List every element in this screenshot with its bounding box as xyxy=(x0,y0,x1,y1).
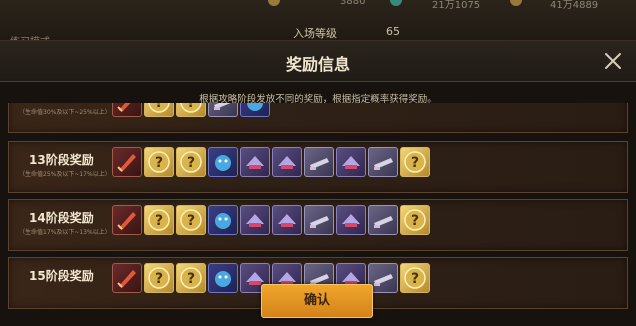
svg-text:?: ? xyxy=(187,213,195,229)
svg-text:?: ? xyxy=(411,155,419,171)
pet-icon[interactable] xyxy=(240,103,270,117)
weapon-icon[interactable] xyxy=(368,147,398,177)
mystery-box-icon[interactable]: ? xyxy=(400,147,430,177)
sword-icon[interactable] xyxy=(112,263,142,293)
reward-row: 13阶段奖励 （生命值25%及以下~17%以上） ??? xyxy=(8,141,628,193)
close-icon xyxy=(605,53,621,69)
svg-text:?: ? xyxy=(155,213,163,229)
resource-value-1: 3880 xyxy=(340,0,366,7)
mystery-box-icon[interactable]: ? xyxy=(144,147,174,177)
svg-text:?: ? xyxy=(411,271,419,287)
reward-row: （生命值30%及以下~25%以上） ?? xyxy=(8,103,628,133)
sword-icon[interactable] xyxy=(112,147,142,177)
row-title: 15阶段奖励 xyxy=(29,269,94,283)
row-subtitle: （生命值25%及以下~17%以上） xyxy=(19,171,111,178)
sword-icon[interactable] xyxy=(112,103,142,117)
sword-icon[interactable] xyxy=(112,205,142,235)
reward-info-modal: 奖励信息 根据攻略阶段发放不同的奖励，根据指定概率获得奖励。 （生命值30%及以… xyxy=(0,40,636,326)
pet-icon[interactable] xyxy=(208,147,238,177)
armor-icon[interactable] xyxy=(336,147,366,177)
row-subtitle: （生命值30%及以下~25%以上） xyxy=(19,109,111,116)
mystery-box-icon[interactable]: ? xyxy=(144,205,174,235)
modal-title: 奖励信息 xyxy=(285,55,350,74)
row-title: 14阶段奖励 xyxy=(29,211,94,225)
row-title: 13阶段奖励 xyxy=(29,153,94,167)
svg-text:?: ? xyxy=(187,155,195,171)
mystery-box-icon[interactable]: ? xyxy=(144,263,174,293)
pet-icon[interactable] xyxy=(208,263,238,293)
row-subtitle: （生命值17%及以下~13%以上） xyxy=(19,229,111,236)
weapon-icon[interactable] xyxy=(208,103,238,117)
svg-text:?: ? xyxy=(187,103,195,111)
reward-row: 14阶段奖励 （生命值17%及以下~13%以上） ??? xyxy=(8,199,628,251)
svg-text:?: ? xyxy=(411,213,419,229)
armor-icon[interactable] xyxy=(272,205,302,235)
confirm-button[interactable]: 确认 xyxy=(261,284,373,318)
mystery-box-icon[interactable]: ? xyxy=(400,205,430,235)
armor-icon[interactable] xyxy=(240,147,270,177)
resource-value-2: 21万1075 xyxy=(432,0,481,11)
mystery-box-icon[interactable]: ? xyxy=(176,147,206,177)
weapon-icon[interactable] xyxy=(304,205,334,235)
svg-text:?: ? xyxy=(155,103,163,111)
mystery-box-icon[interactable]: ? xyxy=(176,205,206,235)
close-button[interactable] xyxy=(602,50,624,72)
modal-header: 奖励信息 xyxy=(0,41,636,82)
svg-text:?: ? xyxy=(155,155,163,171)
svg-text:?: ? xyxy=(187,271,195,287)
armor-icon[interactable] xyxy=(336,205,366,235)
weapon-icon[interactable] xyxy=(368,205,398,235)
mystery-box-icon[interactable]: ? xyxy=(400,263,430,293)
mystery-box-icon[interactable]: ? xyxy=(144,103,174,117)
entry-level-value: 65 xyxy=(386,25,400,38)
armor-icon[interactable] xyxy=(272,147,302,177)
entry-level-label: 入场等级 xyxy=(293,27,337,40)
resource-value-3: 41万4889 xyxy=(550,0,599,11)
pet-icon[interactable] xyxy=(208,205,238,235)
weapon-icon[interactable] xyxy=(304,147,334,177)
svg-text:?: ? xyxy=(155,271,163,287)
mystery-box-icon[interactable]: ? xyxy=(176,103,206,117)
mystery-box-icon[interactable]: ? xyxy=(176,263,206,293)
armor-icon[interactable] xyxy=(240,205,270,235)
